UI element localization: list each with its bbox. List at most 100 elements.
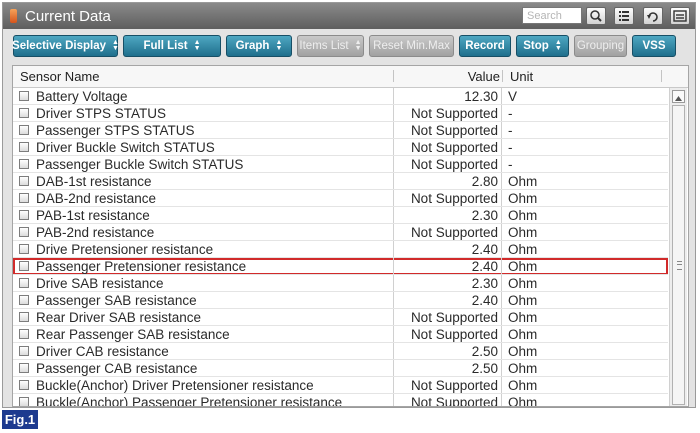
row-checkbox[interactable] xyxy=(19,261,29,271)
graph-label: Graph xyxy=(235,40,270,52)
sensor-value: Not Supported xyxy=(393,224,502,241)
row-checkbox[interactable] xyxy=(19,329,29,339)
table-row[interactable]: Rear Driver SAB resistance Not Supported O… xyxy=(13,309,668,326)
table-row[interactable]: Driver CAB resistance 2.50 Ohm xyxy=(13,343,668,360)
sensor-value: 2.40 xyxy=(393,292,502,309)
record-button[interactable]: Record xyxy=(459,35,511,57)
sensor-name: Rear Driver SAB resistance xyxy=(36,310,202,325)
row-checkbox[interactable] xyxy=(19,108,29,118)
menu-icon[interactable] xyxy=(670,7,690,25)
table-row[interactable]: PAB-1st resistance 2.30 Ohm xyxy=(13,207,668,224)
sensor-name: Driver Buckle Switch STATUS xyxy=(36,140,215,155)
row-checkbox[interactable] xyxy=(19,210,29,220)
table-row[interactable]: Passenger SAB resistance 2.40 Ohm xyxy=(13,292,668,309)
table-row[interactable]: Buckle(Anchor) Passenger Pretensioner re… xyxy=(13,394,668,407)
sensor-name: PAB-2nd resistance xyxy=(36,225,155,240)
sensor-name: Passenger Buckle Switch STATUS xyxy=(36,157,244,172)
row-checkbox[interactable] xyxy=(19,159,29,169)
row-checkbox[interactable] xyxy=(19,227,29,237)
row-checkbox[interactable] xyxy=(19,91,29,101)
column-header-value[interactable]: Value xyxy=(468,69,500,84)
vss-label: VSS xyxy=(642,40,666,52)
row-checkbox[interactable] xyxy=(19,278,29,288)
column-divider[interactable] xyxy=(502,70,503,82)
full-list-button[interactable]: Full List ▲ ▼ xyxy=(123,35,221,57)
column-header-unit[interactable]: Unit xyxy=(510,69,533,84)
sensor-value: Not Supported xyxy=(393,394,502,406)
table-row[interactable]: Passenger CAB resistance 2.50 Ohm xyxy=(13,360,668,377)
column-divider[interactable] xyxy=(661,70,662,82)
table-row[interactable]: Drive SAB resistance 2.30 Ohm xyxy=(13,275,668,292)
items-list-button[interactable]: Items List ▲ ▼ xyxy=(297,35,364,57)
toolbar: Selective Display ▲ ▼ Full List ▲ ▼ Graph … xyxy=(3,29,695,63)
selective-display-label: Selective Display xyxy=(12,40,107,52)
app-icon xyxy=(10,9,17,23)
grouping-button[interactable]: Grouping xyxy=(574,35,627,57)
column-divider[interactable] xyxy=(393,70,394,82)
sensor-name: Drive Pretensioner resistance xyxy=(36,242,214,257)
stop-button[interactable]: Stop ▲ ▼ xyxy=(516,35,569,57)
sensor-unit: Ohm xyxy=(508,208,538,223)
window-title: Current Data xyxy=(25,7,111,25)
sensor-value: Not Supported xyxy=(393,105,502,122)
row-checkbox[interactable] xyxy=(19,380,29,390)
reset-minmax-button[interactable]: Reset Min.Max xyxy=(369,35,454,57)
selective-display-button[interactable]: Selective Display ▲ ▼ xyxy=(12,35,119,57)
row-checkbox[interactable] xyxy=(19,142,29,152)
sensor-name: DAB-1st resistance xyxy=(36,174,152,189)
row-checkbox[interactable] xyxy=(19,244,29,254)
sensor-name: Passenger CAB resistance xyxy=(36,361,198,376)
list-icon[interactable] xyxy=(614,7,634,25)
sensor-unit: Ohm xyxy=(508,259,538,274)
title-bar: Current Data Search xyxy=(3,3,695,29)
sensor-unit: V xyxy=(508,89,518,104)
table-row[interactable]: Battery Voltage 12.30 V xyxy=(13,88,668,105)
grouping-label: Grouping xyxy=(576,40,625,52)
search-input[interactable]: Search xyxy=(522,7,582,24)
table-row[interactable]: PAB-2nd resistance Not Supported Ohm xyxy=(13,224,668,241)
search-icon[interactable] xyxy=(586,7,606,25)
sensor-unit: Ohm xyxy=(508,174,538,189)
table-row[interactable]: Driver STPS STATUS Not Supported - xyxy=(13,105,668,122)
sensor-unit: - xyxy=(508,123,513,138)
table-row[interactable]: Passenger Pretensioner resistance 2.40 Ohm xyxy=(13,258,668,275)
sensor-name: Passenger SAB resistance xyxy=(36,293,197,308)
vertical-scrollbar[interactable] xyxy=(669,88,687,406)
updown-icon: ▲ ▼ xyxy=(275,39,283,52)
sensor-name: Drive SAB resistance xyxy=(36,276,164,291)
row-checkbox[interactable] xyxy=(19,397,29,406)
column-header-sensor-name[interactable]: Sensor Name xyxy=(20,69,99,84)
table-row[interactable]: Driver Buckle Switch STATUS Not Supported… xyxy=(13,139,668,156)
graph-button[interactable]: Graph ▲ ▼ xyxy=(226,35,292,57)
table-row[interactable]: Buckle(Anchor) Driver Pretensioner resis… xyxy=(13,377,668,394)
scrollbar-thumb[interactable] xyxy=(672,105,685,405)
scroll-up-icon[interactable] xyxy=(672,90,685,103)
table-row[interactable]: Rear Passenger SAB resistance Not Support… xyxy=(13,326,668,343)
table-row[interactable]: Passenger Buckle Switch STATUS Not Suppor… xyxy=(13,156,668,173)
sensor-unit: - xyxy=(508,140,513,155)
row-checkbox[interactable] xyxy=(19,363,29,373)
row-checkbox[interactable] xyxy=(19,193,29,203)
sensor-unit: Ohm xyxy=(508,276,538,291)
table-row[interactable]: Passenger STPS STATUS Not Supported - xyxy=(13,122,668,139)
sensor-value: Not Supported xyxy=(393,326,502,343)
vss-button[interactable]: VSS xyxy=(632,35,676,57)
updown-icon: ▲ ▼ xyxy=(112,39,119,52)
sensor-name: Buckle(Anchor) Driver Pretensioner resis… xyxy=(36,378,314,393)
sensor-value: Not Supported xyxy=(393,377,502,394)
row-checkbox[interactable] xyxy=(19,295,29,305)
sensor-name: Buckle(Anchor) Passenger Pretensioner re… xyxy=(36,395,343,407)
retry-icon[interactable] xyxy=(643,7,663,25)
sensor-unit: - xyxy=(508,106,513,121)
sensor-name: Passenger Pretensioner resistance xyxy=(36,259,247,274)
record-label: Record xyxy=(465,40,505,52)
row-checkbox[interactable] xyxy=(19,176,29,186)
table-row[interactable]: Drive Pretensioner resistance 2.40 Ohm xyxy=(13,241,668,258)
sensor-name: Driver CAB resistance xyxy=(36,344,169,359)
row-checkbox[interactable] xyxy=(19,125,29,135)
stop-label: Stop xyxy=(523,40,549,52)
table-row[interactable]: DAB-1st resistance 2.80 Ohm xyxy=(13,173,668,190)
row-checkbox[interactable] xyxy=(19,312,29,322)
row-checkbox[interactable] xyxy=(19,346,29,356)
table-row[interactable]: DAB-2nd resistance Not Supported Ohm xyxy=(13,190,668,207)
